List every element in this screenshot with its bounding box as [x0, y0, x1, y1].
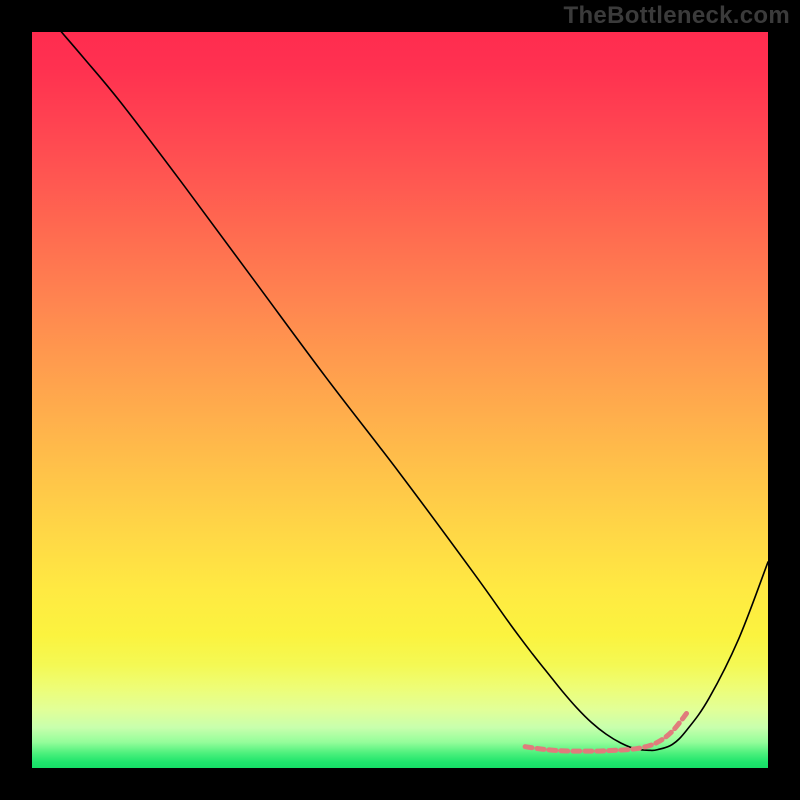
watermark-label: TheBottleneck.com	[564, 2, 790, 30]
plot-area	[32, 32, 768, 768]
chart-background	[32, 32, 768, 768]
chart-container: TheBottleneck.com	[0, 0, 800, 800]
chart-svg	[32, 32, 768, 768]
